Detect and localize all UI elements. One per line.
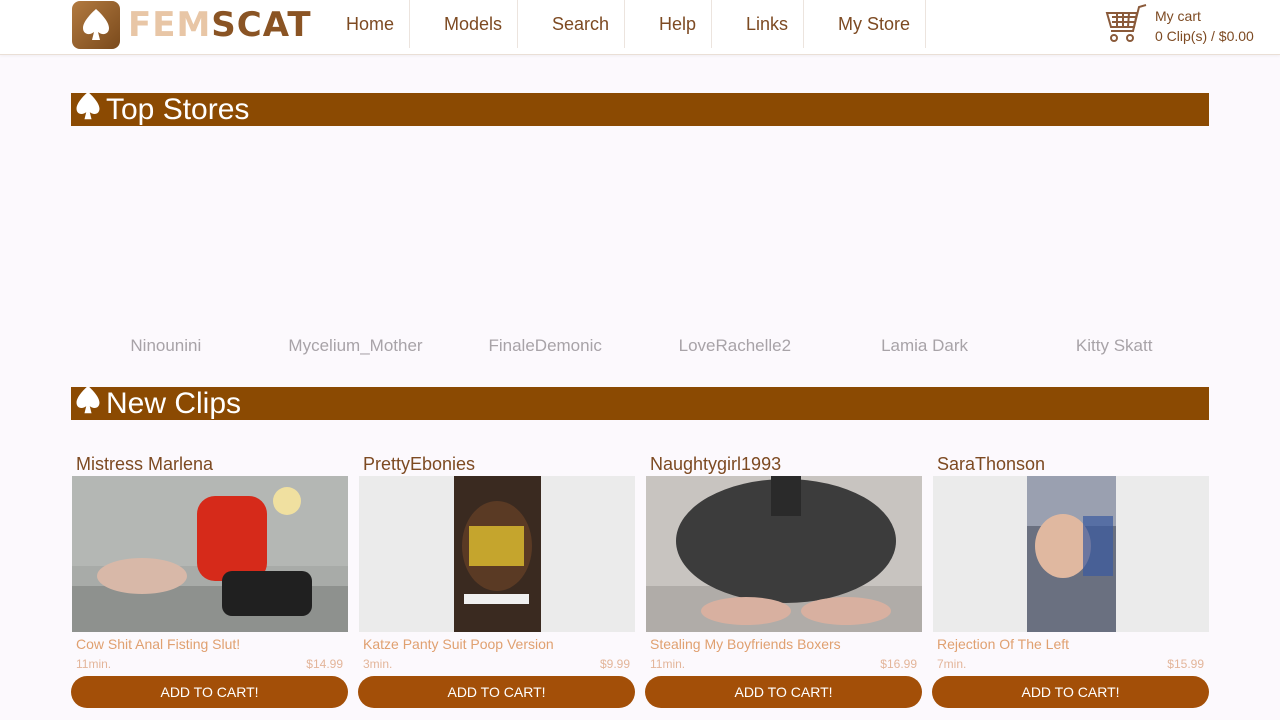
clip-title-link[interactable]: Stealing My Boyfriends Boxers: [650, 636, 841, 652]
cart-summary: 0 Clip(s) / $0.00: [1155, 28, 1254, 44]
spade-icon: [72, 1, 120, 49]
clip-thumbnail[interactable]: [359, 476, 635, 632]
clip-author-link[interactable]: PrettyEbonies: [363, 454, 475, 475]
clip-duration: 7min.: [937, 657, 967, 671]
spade-icon: [74, 91, 102, 126]
store-link[interactable]: Kitty Skatt: [1019, 336, 1209, 358]
clip-card: PrettyEbonies Katze Panty Suit Poop Vers…: [358, 452, 635, 708]
cart-title: My cart: [1155, 8, 1201, 24]
clip-title-link[interactable]: Rejection Of The Left: [937, 636, 1069, 652]
add-to-cart-button[interactable]: ADD TO CART!: [645, 676, 922, 708]
clip-card: Naughtygirl1993 Stealing My Boyfriends B…: [645, 452, 922, 708]
logo-wordmark: FEMSCAT: [128, 5, 312, 45]
nav-models[interactable]: Models: [410, 0, 518, 48]
nav-search[interactable]: Search: [518, 0, 625, 48]
site-logo[interactable]: FEMSCAT: [72, 1, 312, 49]
clip-title-link[interactable]: Katze Panty Suit Poop Version: [363, 636, 554, 652]
site-header: FEMSCAT Home Models Search Help Links My…: [0, 0, 1280, 55]
store-link[interactable]: Lamia Dark: [830, 336, 1020, 358]
spade-icon: [74, 385, 102, 420]
clip-title-link[interactable]: Cow Shit Anal Fisting Slut!: [76, 636, 240, 652]
clip-price: $16.99: [880, 657, 917, 671]
section-title: New Clips: [106, 387, 242, 420]
clip-author-link[interactable]: Mistress Marlena: [76, 454, 213, 475]
clip-author-link[interactable]: SaraThonson: [937, 454, 1045, 475]
nav-links[interactable]: Links: [712, 0, 804, 48]
add-to-cart-button[interactable]: ADD TO CART!: [358, 676, 635, 708]
clip-duration: 11min.: [76, 657, 112, 671]
new-clips-grid: Mistress Marlena Cow Shit Anal Fisting S…: [71, 452, 1209, 708]
clip-thumbnail[interactable]: [72, 476, 348, 632]
clip-price: $15.99: [1167, 657, 1204, 671]
add-to-cart-button[interactable]: ADD TO CART!: [71, 676, 348, 708]
store-link[interactable]: Mycelium_Mother: [261, 336, 451, 358]
store-link[interactable]: Ninounini: [71, 336, 261, 358]
shopping-cart-icon: [1103, 3, 1147, 50]
top-stores-list: Ninounini Mycelium_Mother FinaleDemonic …: [71, 336, 1209, 358]
clip-author-link[interactable]: Naughtygirl1993: [650, 454, 781, 475]
store-link[interactable]: FinaleDemonic: [450, 336, 640, 358]
clip-duration: 3min.: [363, 657, 393, 671]
new-clips-header: New Clips: [71, 385, 1209, 420]
clip-thumbnail[interactable]: [646, 476, 922, 632]
clip-duration: 11min.: [650, 657, 686, 671]
clip-card: SaraThonson Rejection Of The Left 7min. …: [932, 452, 1209, 708]
add-to-cart-button[interactable]: ADD TO CART!: [932, 676, 1209, 708]
cart-widget[interactable]: My cart 0 Clip(s) / $0.00: [1103, 3, 1254, 50]
store-link[interactable]: LoveRachelle2: [640, 336, 830, 358]
nav-my-store[interactable]: My Store: [804, 0, 926, 48]
clip-thumbnail[interactable]: [933, 476, 1209, 632]
top-stores-header: Top Stores: [71, 91, 1209, 126]
main-nav: Home Models Search Help Links My Store: [328, 0, 926, 48]
clip-price: $9.99: [599, 657, 630, 671]
nav-home[interactable]: Home: [328, 0, 410, 48]
nav-help[interactable]: Help: [625, 0, 712, 48]
clip-card: Mistress Marlena Cow Shit Anal Fisting S…: [71, 452, 348, 708]
clip-price: $14.99: [306, 657, 343, 671]
section-title: Top Stores: [106, 93, 250, 126]
